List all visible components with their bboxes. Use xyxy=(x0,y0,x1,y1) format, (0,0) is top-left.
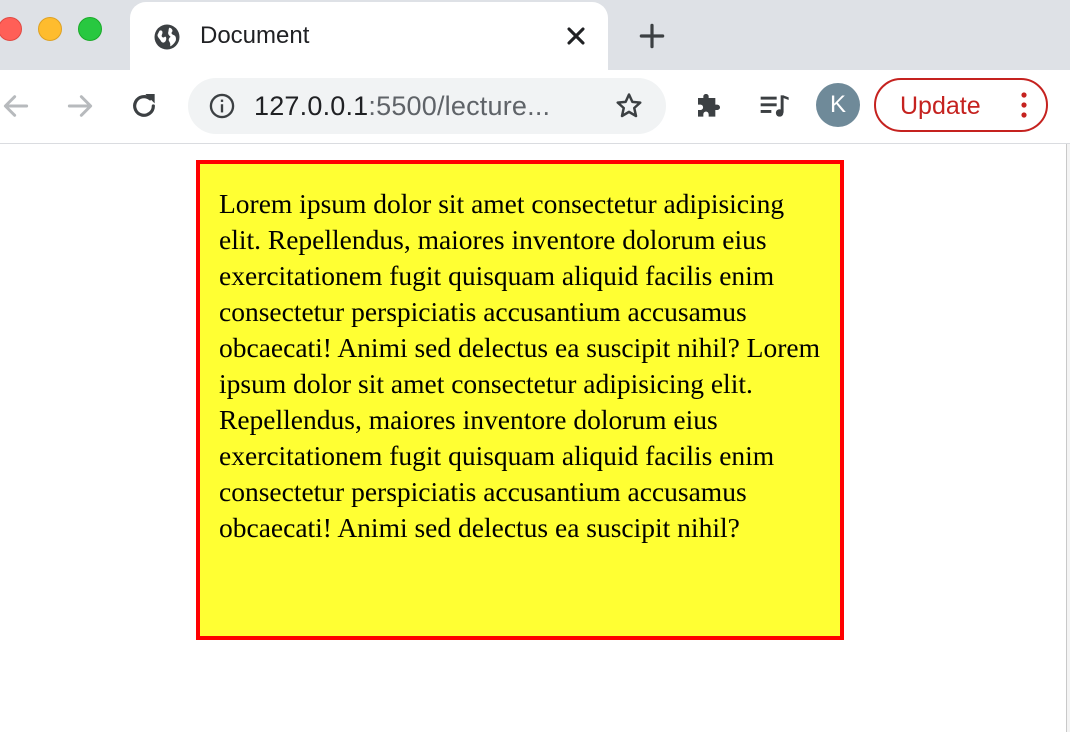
star-icon[interactable] xyxy=(614,91,644,121)
tab-document[interactable]: Document xyxy=(130,2,608,70)
page-viewport: Lorem ipsum dolor sit amet consectetur a… xyxy=(0,144,1066,732)
window-zoom-button[interactable] xyxy=(78,17,102,41)
yellow-text-box: Lorem ipsum dolor sit amet consectetur a… xyxy=(196,160,844,640)
reload-button[interactable] xyxy=(128,90,160,122)
url-text: 127.0.0.1:5500/lecture... xyxy=(254,91,550,121)
url-path: :5500/lecture... xyxy=(368,91,551,121)
window-close-button[interactable] xyxy=(0,17,22,41)
globe-icon xyxy=(154,24,180,50)
lorem-paragraph: Lorem ipsum dolor sit amet consectetur a… xyxy=(219,188,820,543)
avatar[interactable]: K xyxy=(816,83,860,127)
media-queue-icon[interactable] xyxy=(758,90,790,122)
new-tab-button[interactable] xyxy=(636,20,668,52)
back-button[interactable] xyxy=(0,90,32,122)
address-bar[interactable]: 127.0.0.1:5500/lecture... xyxy=(188,78,666,134)
info-icon[interactable] xyxy=(208,92,236,120)
window-right-edge xyxy=(1066,144,1070,732)
forward-button[interactable] xyxy=(64,90,96,122)
puzzle-icon[interactable] xyxy=(694,90,726,122)
update-label: Update xyxy=(900,92,981,120)
tab-title: Document xyxy=(200,22,310,49)
vertical-dots-icon[interactable] xyxy=(1014,90,1034,120)
url-host: 127.0.0.1 xyxy=(254,91,369,121)
tab-strip: Document xyxy=(0,0,1070,70)
window-minimize-button[interactable] xyxy=(38,17,62,41)
browser-toolbar: 127.0.0.1:5500/lecture... K Update xyxy=(0,70,1070,144)
update-button[interactable]: Update xyxy=(874,78,1048,132)
close-icon[interactable] xyxy=(562,22,590,50)
